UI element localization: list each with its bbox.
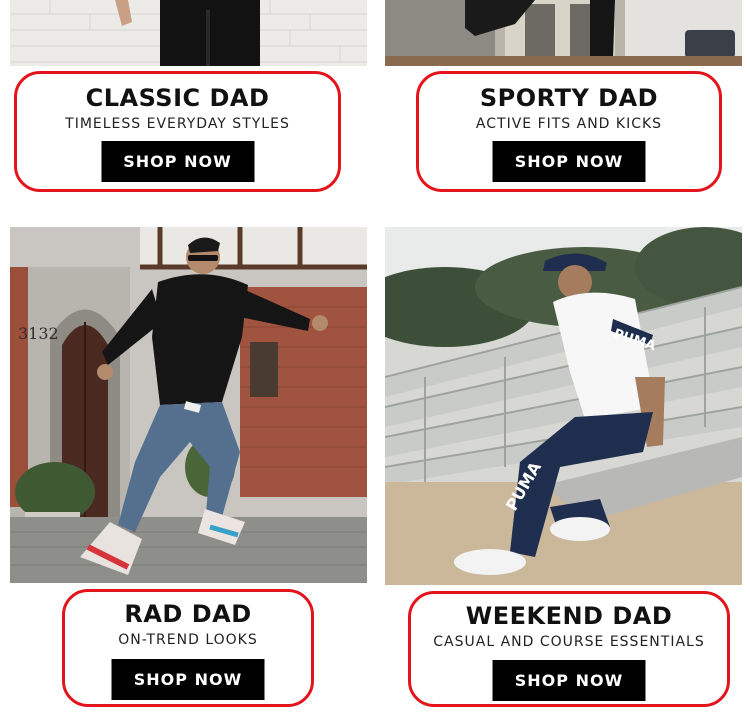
- weekend-dad-photo[interactable]: PUMA PUMA: [385, 227, 742, 585]
- classic-dad-title: CLASSIC DAD: [85, 84, 270, 112]
- rad-dad-shop-now-button[interactable]: SHOP NOW: [111, 659, 265, 700]
- weekend-dad-title: WEEKEND DAD: [465, 602, 673, 630]
- rad-dad-photo[interactable]: 3132: [10, 227, 367, 583]
- weekend-dad-shop-now-button[interactable]: SHOP NOW: [492, 660, 646, 701]
- rad-dad-card: RAD DAD ON-TREND LOOKS SHOP NOW: [62, 589, 314, 707]
- building-number: 3132: [18, 324, 59, 343]
- weekend-dad-card: WEEKEND DAD CASUAL AND COURSE ESSENTIALS…: [408, 591, 730, 707]
- classic-dad-photo[interactable]: [10, 0, 367, 66]
- classic-dad-subtitle: TIMELESS EVERYDAY STYLES: [65, 116, 290, 132]
- classic-dad-shop-now-button[interactable]: SHOP NOW: [101, 141, 254, 182]
- rad-dad-subtitle: ON-TREND LOOKS: [118, 632, 258, 648]
- classic-dad-card: CLASSIC DAD TIMELESS EVERYDAY STYLES SHO…: [14, 71, 341, 192]
- sporty-dad-subtitle: ACTIVE FITS AND KICKS: [475, 116, 663, 132]
- sporty-dad-shop-now-button[interactable]: SHOP NOW: [492, 141, 646, 182]
- sporty-dad-card: SPORTY DAD ACTIVE FITS AND KICKS SHOP NO…: [416, 71, 722, 192]
- sporty-dad-photo[interactable]: [385, 0, 742, 66]
- rad-dad-title: RAD DAD: [124, 600, 252, 628]
- weekend-dad-subtitle: CASUAL AND COURSE ESSENTIALS: [433, 634, 705, 650]
- sporty-dad-title: SPORTY DAD: [479, 84, 659, 112]
